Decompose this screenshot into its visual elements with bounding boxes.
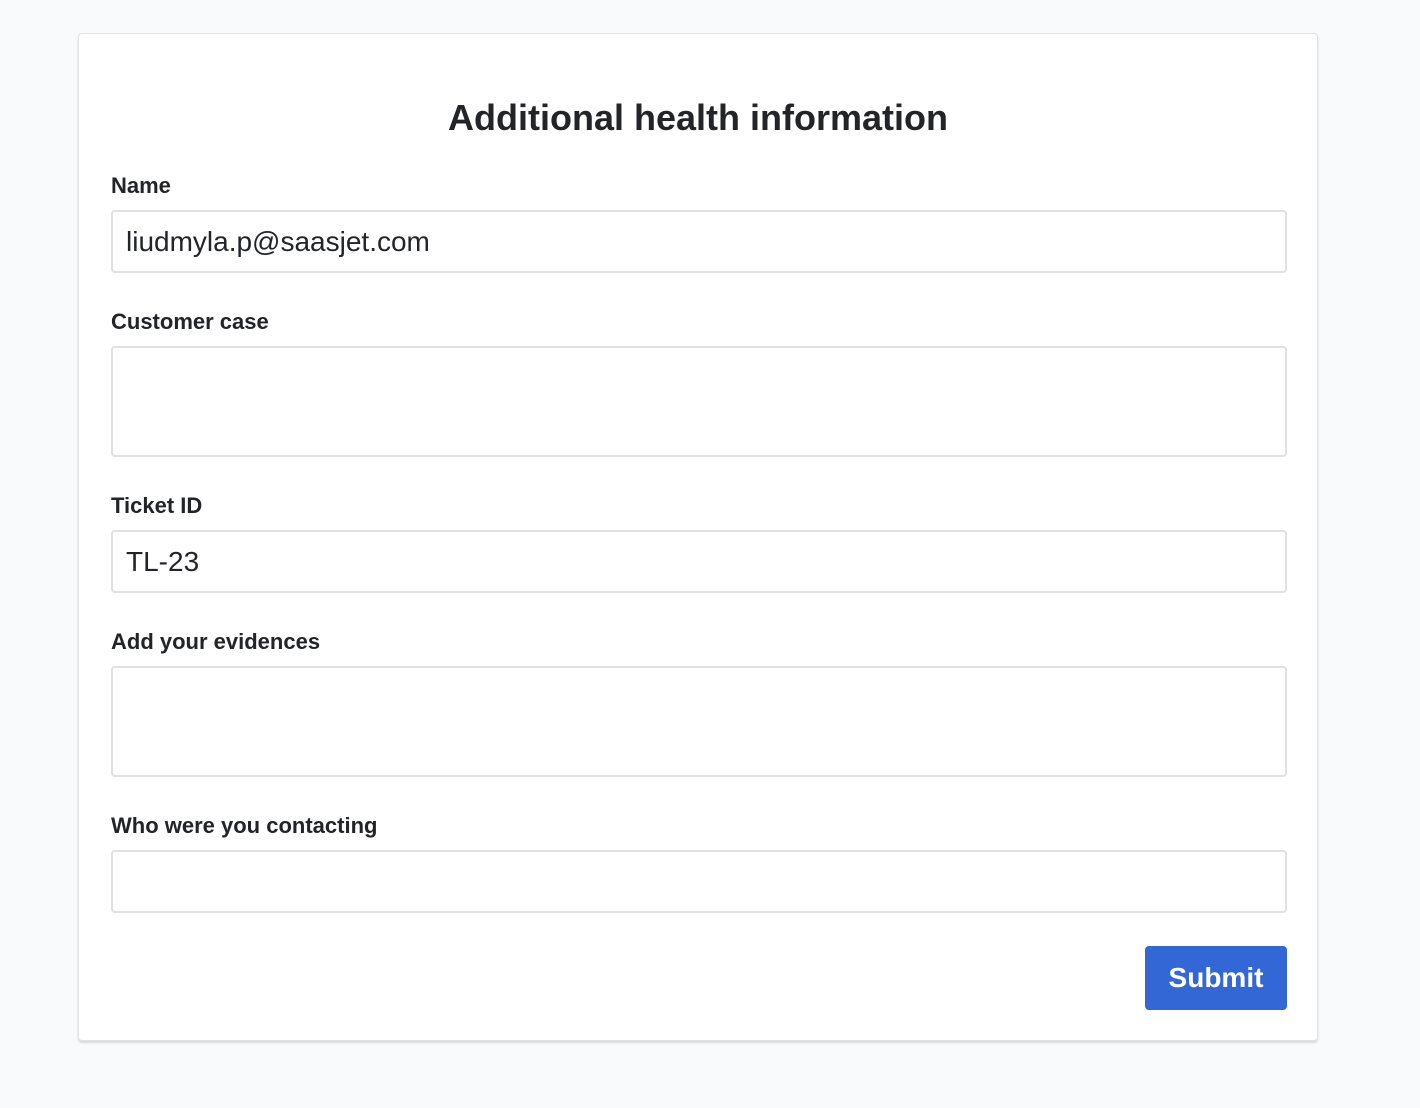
evidences-textarea[interactable] xyxy=(111,666,1287,777)
contact-label: Who were you contacting xyxy=(111,813,378,838)
evidences-label: Add your evidences xyxy=(111,629,321,654)
ticket-id-input[interactable] xyxy=(111,530,1287,593)
name-input[interactable] xyxy=(111,210,1287,273)
form-card: Additional health information Name Custo… xyxy=(78,33,1318,1041)
contact-input[interactable] xyxy=(111,850,1287,913)
submit-button[interactable]: Submit xyxy=(1145,946,1287,1010)
ticket-id-label: Ticket ID xyxy=(111,493,203,518)
name-label: Name xyxy=(111,173,171,198)
form-title: Additional health information xyxy=(448,97,948,138)
customer-case-textarea[interactable] xyxy=(111,346,1287,457)
customer-case-label: Customer case xyxy=(111,309,269,334)
